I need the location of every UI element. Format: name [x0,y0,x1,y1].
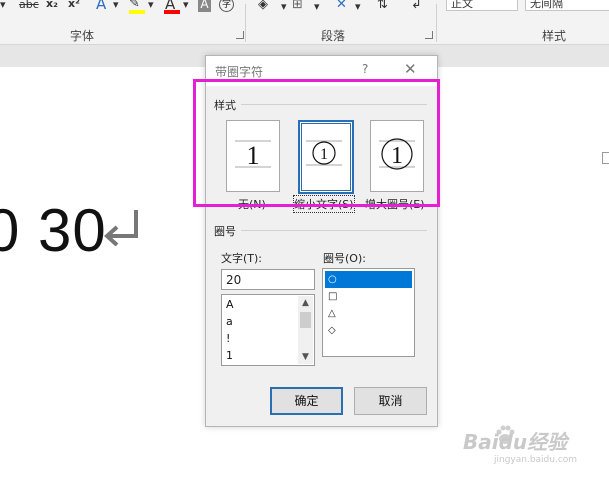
style-normal[interactable]: 正文 [446,0,518,11]
scroll-thumb[interactable] [300,312,311,328]
underline-button[interactable]: ▾ [0,0,6,11]
style-label-shrink-text[interactable]: 缩小文字(S) [293,195,355,213]
enclose-characters-dialog: 带圈字符 ? ✕ 样式 1 1 1 无(N) 缩小文字(S) 增大圈号(E) 圈… [205,55,438,427]
style-option-enlarge-symbol[interactable]: 1 [370,120,424,192]
list-item[interactable]: 1 [226,349,233,362]
style-label-enlarge-symbol[interactable]: 增大圈号(E) [365,196,425,212]
sort-icon[interactable]: ⇅ [377,0,388,12]
style-option-none[interactable]: 1 [226,120,280,192]
chinese-layout-icon[interactable]: ✕ [336,0,347,12]
font-group-label: 字体 [70,29,95,43]
divider [241,230,427,231]
paragraph-dialog-launcher[interactable] [425,31,433,39]
show-marks-icon[interactable]: ↲ [411,0,422,12]
enclosure-option-circle[interactable]: ○ [325,271,412,288]
text-list-scrollbar[interactable]: ▲ ▼ [298,296,313,364]
enclosure-option-square[interactable]: □ [325,288,412,305]
subscript-button[interactable]: x₂ [46,0,58,10]
borders-dropdown[interactable]: ▾ [314,0,320,13]
borders-icon[interactable]: ⊞ [292,0,303,12]
style-option-shrink-text[interactable]: 1 [298,120,354,194]
help-button[interactable]: ? [362,62,368,76]
document-text[interactable]: 0 30 [0,196,107,265]
text-effects-dropdown[interactable]: ▾ [113,0,119,11]
font-dialog-launcher[interactable] [236,31,244,39]
divider [241,104,427,105]
font-color-bar [164,10,180,14]
strikethrough-button[interactable]: abc [19,0,39,11]
svg-text:1: 1 [391,143,403,169]
list-item[interactable]: A [226,298,234,311]
enclosure-option-triangle[interactable]: △ [325,305,412,322]
text-listbox[interactable]: A a ! 1 ▲ ▼ [221,294,315,366]
separator [436,4,437,42]
shading-dropdown[interactable]: ▾ [281,0,287,13]
style-normal-label: 正文 [451,0,473,10]
enclose-characters-icon[interactable]: 字 [219,0,234,12]
watermark-brand: Baidu经验 [463,430,568,454]
scroll-up-icon[interactable]: ▲ [298,296,313,310]
dialog-title: 带圈字符 [215,65,264,79]
scroll-marker [602,152,609,164]
highlight-dropdown[interactable]: ▾ [148,0,154,11]
highlight-color-bar [129,10,145,14]
style-label-none[interactable]: 无(N) [238,196,266,212]
paragraph-return-icon [104,210,138,246]
style-no-spacing[interactable]: 无间隔 [525,0,609,11]
dialog-titlebar: 带圈字符 ? ✕ [206,56,437,86]
watermark-url: jingyan.baidu.com [494,455,578,465]
shading-icon[interactable]: ◈ [258,0,268,12]
font-color-dropdown[interactable]: ▾ [183,0,189,11]
separator [245,4,246,42]
style-no-spacing-label: 无间隔 [530,0,563,10]
cancel-button[interactable]: 取消 [354,387,427,415]
list-item[interactable]: a [226,315,233,328]
enclosure-option-diamond[interactable]: ◇ [325,322,412,339]
ribbon: ▾ abc x₂ x² A ▾ ✎ ▾ A ▾ A 字 字体 ◈ ▾ ⊞ ▾ ✕… [0,0,609,45]
list-item[interactable]: ! [226,332,230,345]
svg-text:1: 1 [320,146,328,163]
enclosure-section-label: 圈号 [214,225,236,238]
style-section-label: 样式 [214,99,236,112]
character-shading-icon[interactable]: A [198,0,211,12]
ok-button[interactable]: 确定 [270,387,343,415]
style-glyph: 1 [247,141,260,170]
superscript-button[interactable]: x² [68,0,80,10]
text-field-label: 文字(T): [221,252,263,265]
chinese-layout-dropdown[interactable]: ▾ [355,0,361,13]
styles-group-label: 样式 [542,29,567,43]
text-effects-icon[interactable]: A [96,0,106,13]
enclosure-listbox[interactable]: ○ □ △ ◇ [322,268,415,357]
enclosure-field-label: 圈号(O): [323,252,366,265]
text-input[interactable]: 20 [221,269,315,290]
close-icon[interactable]: ✕ [404,60,417,78]
paragraph-group-label: 段落 [321,29,346,43]
scroll-down-icon[interactable]: ▼ [298,350,313,364]
